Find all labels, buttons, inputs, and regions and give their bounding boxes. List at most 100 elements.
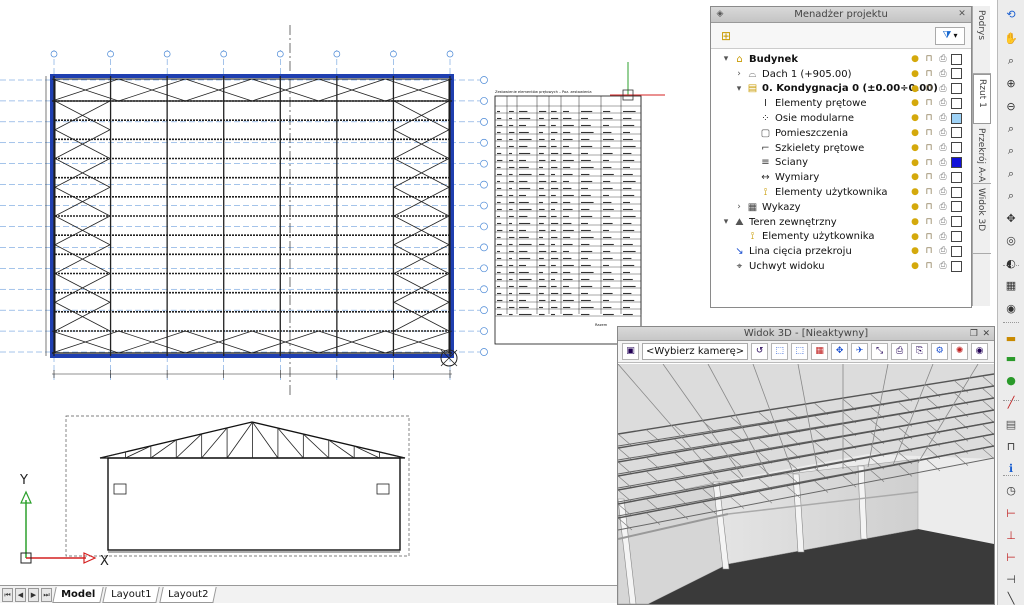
dim-c-icon[interactable]: ╲: [1002, 590, 1020, 605]
dim-h-icon[interactable]: ⊢: [1002, 505, 1020, 523]
printer-icon[interactable]: ⎙: [937, 97, 949, 109]
prev-tab-icon[interactable]: ◀: [15, 587, 26, 602]
pan-icon[interactable]: ✥: [1002, 210, 1020, 228]
view3d-scene[interactable]: [618, 364, 994, 604]
zoom-window-icon[interactable]: ⌕: [1002, 120, 1020, 138]
zoom-in-icon[interactable]: ⊕: [1002, 75, 1020, 93]
clock-icon[interactable]: ◷: [1002, 482, 1020, 500]
zoom-out-icon[interactable]: ⊖: [1002, 98, 1020, 116]
dim-a-icon[interactable]: ⊢: [1002, 549, 1020, 567]
visibility-bulb-icon[interactable]: ●: [909, 127, 921, 139]
printer-icon[interactable]: ⎙: [937, 127, 949, 139]
lock-icon[interactable]: ⊓: [923, 216, 935, 228]
printer-icon[interactable]: ⎙: [937, 112, 949, 124]
tree-item[interactable]: ≡ Ściany ● ⊓ ⎙: [711, 156, 971, 171]
printer-icon[interactable]: ⎙: [937, 201, 949, 213]
tree-item[interactable]: ▾ ▤ 0. Kondygnacja 0 (±0.00÷0.00) ● ⊓ ⎙: [711, 82, 971, 97]
project-manager-titlebar[interactable]: ◈ Menadżer projektu ✕: [711, 7, 971, 23]
add-item-button[interactable]: ⊞: [717, 27, 735, 45]
close-icon[interactable]: ✕: [956, 9, 968, 20]
visibility-bulb-icon[interactable]: ●: [909, 171, 921, 183]
layer-state-icon[interactable]: ●: [1002, 372, 1020, 390]
collapse-chevron-icon[interactable]: ›: [734, 202, 744, 212]
printer-icon[interactable]: ⎙: [937, 142, 949, 154]
tree-item[interactable]: › ▦ Wykazy ● ⊓ ⎙: [711, 200, 971, 215]
lock-icon[interactable]: ⊓: [923, 245, 935, 257]
expand-chevron-icon[interactable]: ▾: [721, 54, 731, 64]
lock-icon[interactable]: ⊓: [1002, 438, 1020, 456]
visibility-bulb-icon[interactable]: ●: [909, 186, 921, 198]
lock-icon[interactable]: ⊓: [923, 97, 935, 109]
dim-v-icon[interactable]: ⊥: [1002, 527, 1020, 545]
tab-layout1[interactable]: Layout1: [102, 586, 161, 603]
lock-icon[interactable]: ⊓: [923, 68, 935, 80]
printer-icon[interactable]: ⎙: [937, 231, 949, 243]
vtab-2[interactable]: Przekrój A-A: [973, 124, 991, 184]
zoom-window-icon[interactable]: ⬚: [771, 343, 789, 360]
visibility-bulb-icon[interactable]: ●: [909, 201, 921, 213]
lights-icon[interactable]: ✺: [951, 343, 969, 360]
print-icon[interactable]: ⎙: [891, 343, 909, 360]
lock-icon[interactable]: ⊓: [923, 112, 935, 124]
tree-item[interactable]: › ⌓ Dach 1 (+905.00) ● ⊓ ⎙: [711, 67, 971, 82]
lock-icon[interactable]: ⊓: [923, 231, 935, 243]
lock-icon[interactable]: ⊓: [923, 83, 935, 95]
zoom-extents-icon[interactable]: ⌕: [1002, 187, 1020, 205]
lock-icon[interactable]: ⊓: [923, 157, 935, 169]
color-swatch[interactable]: [951, 216, 962, 228]
tree-item[interactable]: ⁘ Osie modularne ● ⊓ ⎙: [711, 111, 971, 126]
printer-icon[interactable]: ⎙: [937, 245, 949, 257]
settings-icon[interactable]: ⚙: [931, 343, 949, 360]
visibility-bulb-icon[interactable]: ●: [909, 245, 921, 257]
vtab-0[interactable]: Podrys: [973, 6, 991, 74]
camera-icon[interactable]: ◉: [971, 343, 989, 360]
printer-icon[interactable]: ⎙: [937, 53, 949, 65]
layer-green-icon[interactable]: ▬: [1002, 350, 1020, 368]
tree-item[interactable]: ⟟ Elementy użytkownika ● ⊓ ⎙: [711, 185, 971, 200]
color-swatch[interactable]: [951, 97, 962, 109]
vtab-3[interactable]: Widok 3D: [973, 184, 991, 254]
visibility-bulb-icon[interactable]: ●: [909, 231, 921, 243]
restore-icon[interactable]: ❐: [970, 327, 978, 341]
walk-icon[interactable]: ✥: [831, 343, 849, 360]
line-icon[interactable]: ╱: [1002, 394, 1020, 412]
first-tab-icon[interactable]: ⏮: [2, 587, 13, 602]
zoom-prev-icon[interactable]: ⌕: [1002, 142, 1020, 160]
props-icon[interactable]: ▤: [1002, 416, 1020, 434]
lock-icon[interactable]: ⊓: [923, 142, 935, 154]
camera-select[interactable]: <Wybierz kamerę>: [642, 343, 749, 360]
export-icon[interactable]: ⎘: [911, 343, 929, 360]
layer-icon[interactable]: ▬: [1002, 330, 1020, 348]
camera-add-icon[interactable]: ▣: [622, 343, 639, 360]
zoom-icon[interactable]: ⌕: [1002, 52, 1020, 70]
eye-icon[interactable]: ◉: [1002, 300, 1020, 318]
lock-icon[interactable]: ⊓: [923, 171, 935, 183]
visibility-bulb-icon[interactable]: ●: [909, 157, 921, 169]
hand-pan-icon[interactable]: ✋: [1002, 30, 1020, 48]
vtab-1[interactable]: Rzut 1: [973, 74, 991, 124]
printer-icon[interactable]: ⎙: [937, 83, 949, 95]
filter-dropdown[interactable]: ⧩ ▾: [935, 26, 965, 45]
color-swatch[interactable]: [951, 112, 962, 124]
color-swatch[interactable]: [951, 157, 962, 169]
visibility-bulb-icon[interactable]: ●: [909, 142, 921, 154]
visibility-bulb-icon[interactable]: ●: [909, 112, 921, 124]
tree-item[interactable]: ↔ Wymiary ● ⊓ ⎙: [711, 170, 971, 185]
lock-icon[interactable]: ⊓: [923, 260, 935, 272]
color-swatch[interactable]: [951, 231, 962, 243]
color-swatch[interactable]: [951, 260, 962, 272]
pin-icon[interactable]: ◈: [714, 9, 726, 20]
visibility-bulb-icon[interactable]: ●: [909, 97, 921, 109]
color-swatch[interactable]: [951, 127, 962, 139]
color-swatch[interactable]: [951, 53, 962, 65]
color-swatch[interactable]: [951, 68, 962, 80]
collapse-chevron-icon[interactable]: ›: [734, 69, 744, 79]
refresh-icon[interactable]: ⟲: [1002, 6, 1020, 24]
color-swatch[interactable]: [951, 142, 962, 154]
tree-item[interactable]: ⟟ Elementy użytkownika ● ⊓ ⎙: [711, 230, 971, 245]
render-mode-icon[interactable]: ▦: [811, 343, 829, 360]
orbit-icon[interactable]: ↺: [751, 343, 769, 360]
tree-item[interactable]: I Elementy prętowe ● ⊓ ⎙: [711, 96, 971, 111]
zoom-extents-icon[interactable]: ⬚: [791, 343, 809, 360]
fly-icon[interactable]: ✈: [851, 343, 869, 360]
